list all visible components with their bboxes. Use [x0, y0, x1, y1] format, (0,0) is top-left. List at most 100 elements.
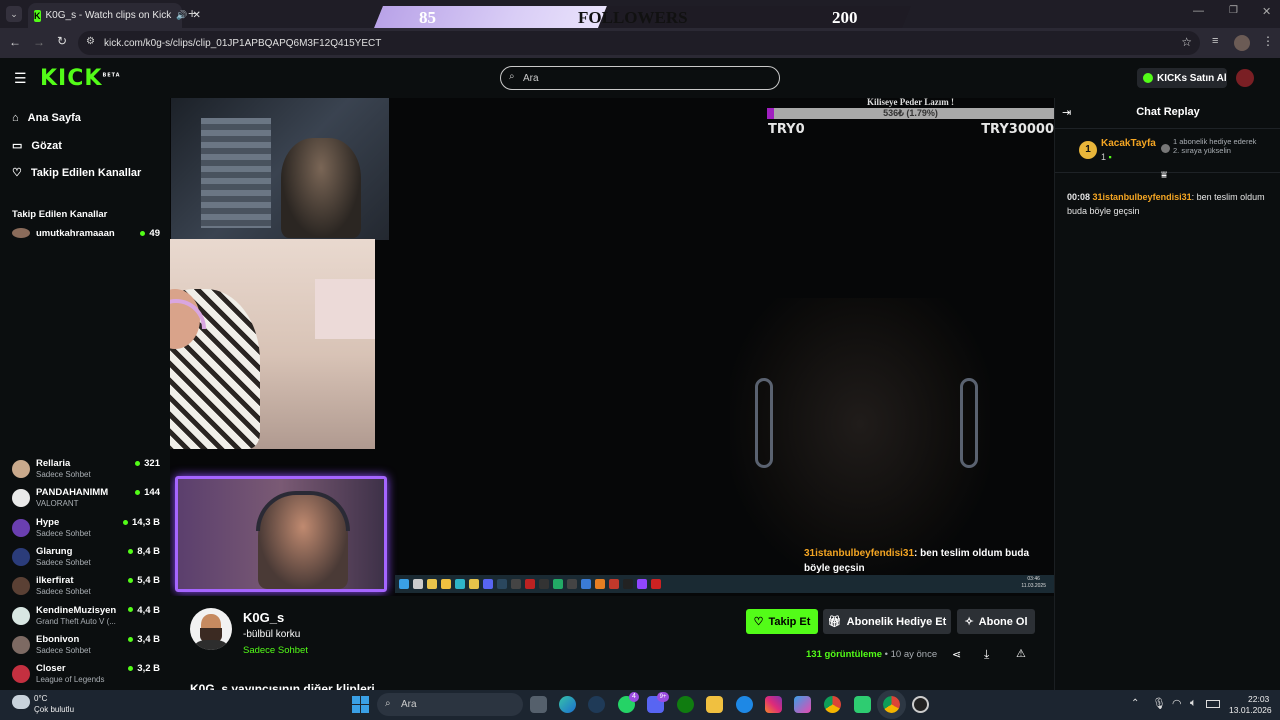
- copilot-icon[interactable]: [794, 696, 811, 713]
- gift-subscription-button[interactable]: 🎁︎ Abonelik Hediye Et: [823, 609, 951, 634]
- sidebar-channel[interactable]: Ebonivon Sadece Sohbet 3,4 B: [10, 632, 160, 658]
- audio-playing-icon[interactable]: 🔊: [176, 10, 187, 21]
- taskbar-search[interactable]: ⌕ Ara: [377, 693, 523, 716]
- app-icon: [609, 579, 619, 589]
- sidebar-item-label: Takip Edilen Kanallar: [30, 166, 142, 179]
- download-icon[interactable]: ⤓: [984, 647, 989, 662]
- sidebar-channel[interactable]: KendineMuzisyen Grand Theft Auto V (... 4,…: [10, 603, 160, 629]
- follow-button[interactable]: ♡ Takip Et: [746, 609, 818, 634]
- buy-kicks-button[interactable]: KICKs Satın Al: [1137, 68, 1227, 88]
- report-icon[interactable]: ⚠: [1016, 647, 1026, 660]
- browser-tab-active[interactable]: K K0G_s - Watch clips on Kick 🔊 ✕: [28, 3, 201, 28]
- wifi-icon[interactable]: ◠: [1172, 697, 1182, 710]
- sidebar-channel[interactable]: Closer League of Legends 3,2 B: [10, 661, 160, 687]
- back-icon[interactable]: ←: [9, 35, 21, 49]
- chat-message: 00:08 31istanbulbeyfendisi31: ben teslim…: [1067, 190, 1273, 218]
- weather-desc: Çok bulutlu: [34, 705, 75, 714]
- gifter-rank-badge: 1: [1079, 141, 1097, 159]
- app-green-icon[interactable]: [854, 696, 871, 713]
- xbox-icon[interactable]: [677, 696, 694, 713]
- volume-icon[interactable]: 🔈︎: [1190, 697, 1197, 710]
- restore-window-icon[interactable]: ❐: [1229, 5, 1238, 16]
- sidebar-item-browse[interactable]: ▭ Gözat: [12, 139, 62, 153]
- sidebar-item-following[interactable]: ♡ Takip Edilen Kanallar: [12, 166, 142, 180]
- tray-chevron-icon[interactable]: ⌃: [1131, 698, 1139, 709]
- clip-meta: 131 görüntüleme • 10 ay önce: [806, 649, 937, 660]
- chrome-active-icon[interactable]: [877, 690, 906, 719]
- cleaner-icon[interactable]: [736, 696, 753, 713]
- viewer-count: 14,3 B: [123, 517, 160, 528]
- folder-icon: [441, 579, 451, 589]
- avatar: [12, 577, 30, 596]
- sidebar-item-home[interactable]: ⌂ Ana Sayfa: [12, 112, 81, 124]
- donation-min: TRY0: [768, 122, 805, 137]
- bookmark-star-icon[interactable]: ☆: [1181, 35, 1192, 49]
- sidebar-channel[interactable]: Glarung Sadece Sohbet 8,4 B: [10, 544, 160, 570]
- chat-title: Chat Replay: [1136, 106, 1200, 118]
- inner-clock-date: 11.03.2025: [1021, 583, 1046, 589]
- reload-icon[interactable]: ↻: [57, 34, 67, 48]
- weather-icon[interactable]: [12, 695, 30, 709]
- app-icon: [623, 579, 633, 589]
- sidebar-channel[interactable]: Rellaria Sadece Sohbet 321: [10, 456, 160, 482]
- obs-icon[interactable]: [912, 696, 929, 713]
- pinned-toggle-icon[interactable]: ⩸: [1161, 170, 1167, 181]
- kick-favicon-icon: K: [34, 9, 41, 22]
- gift-label: Abonelik Hediye Et: [846, 615, 947, 628]
- taskbar-search-label: Ara: [401, 699, 417, 710]
- game-stairs: [201, 118, 271, 228]
- minimize-window-icon[interactable]: —: [1193, 5, 1204, 17]
- clip-age: 10 ay önce: [890, 649, 938, 660]
- channel-category: Sadece Sohbet: [36, 557, 91, 567]
- webcam-overlay-guest: [170, 239, 375, 449]
- subscribe-button[interactable]: ✧ Abone Ol: [957, 609, 1035, 634]
- edge-icon: [455, 579, 465, 589]
- profile-avatar[interactable]: [1234, 35, 1250, 51]
- home-icon: ⌂: [12, 112, 19, 124]
- reading-list-icon[interactable]: ≡: [1212, 35, 1218, 47]
- stream-inner-taskbar: 03:46 11.03.2025: [395, 575, 1054, 593]
- sidebar-channel[interactable]: Hype Sadece Sohbet 14,3 B: [10, 515, 160, 541]
- task-view-icon[interactable]: [530, 696, 547, 713]
- instagram-icon[interactable]: [765, 696, 782, 713]
- kick-logo[interactable]: KICKBETA: [40, 66, 121, 91]
- channel-avatar[interactable]: [190, 608, 232, 650]
- browser-menu-icon[interactable]: ⋮: [1262, 34, 1274, 48]
- message-user[interactable]: 31istanbulbeyfendisi31: [1093, 192, 1192, 202]
- address-bar[interactable]: ⚙ kick.com/k0g-s/clips/clip_01JP1APBQAPQ…: [78, 31, 1200, 55]
- viewer-count: 4,4 B: [128, 605, 160, 616]
- logo-text: KICK: [40, 66, 103, 91]
- forward-icon[interactable]: →: [33, 35, 45, 49]
- viewer-count: 5,4 B: [128, 575, 160, 586]
- followers-target: 200: [832, 8, 858, 27]
- url-text: kick.com/k0g-s/clips/clip_01JP1APBQAPQ6M…: [104, 37, 382, 49]
- sidebar-channel[interactable]: PANDAHANIMM VALORANT 144: [10, 485, 160, 511]
- channel-name[interactable]: K0G_s: [243, 610, 284, 625]
- clip-category[interactable]: Sadece Sohbet: [243, 645, 308, 656]
- avatar-body: [195, 640, 227, 650]
- search-input[interactable]: ⌕ Ara: [500, 66, 780, 90]
- user-avatar[interactable]: [1236, 69, 1254, 87]
- hamburger-menu-icon[interactable]: ☰: [14, 70, 27, 87]
- wall-sign: [315, 279, 375, 339]
- share-icon[interactable]: ⋖: [952, 648, 961, 661]
- gifter-name[interactable]: KacakTayfa: [1101, 138, 1156, 149]
- windows-start-icon[interactable]: [352, 696, 369, 713]
- close-window-icon[interactable]: ✕: [1262, 5, 1271, 18]
- site-info-icon[interactable]: ⚙: [86, 36, 95, 47]
- tab-list-chevron-icon[interactable]: ⌄: [6, 6, 22, 22]
- clip-video-player[interactable]: Kiliseye Peder Lazım ! 536₺ (1.79%) TRY0…: [170, 98, 1054, 596]
- sidebar-channel[interactable]: ilkerfirat Sadece Sohbet 5,4 B: [10, 573, 160, 599]
- microphone-icon[interactable]: 🎙︎: [1152, 697, 1166, 710]
- steam-icon[interactable]: [588, 696, 605, 713]
- gifter-note: 1 abonelik hediye ederek 2. sıraya yükse…: [1173, 137, 1257, 155]
- file-explorer-icon[interactable]: [706, 696, 723, 713]
- channel-name: Closer: [36, 663, 66, 675]
- viewer-count: 3,4 B: [128, 634, 160, 645]
- chrome-icon: [469, 579, 479, 589]
- new-tab-icon[interactable]: +: [188, 5, 196, 21]
- edge-icon[interactable]: [559, 696, 576, 713]
- chrome-icon[interactable]: [824, 696, 841, 713]
- battery-icon[interactable]: [1206, 700, 1220, 708]
- sidebar-channel-umutkahramaaan[interactable]: umutkahramaaan 49: [10, 226, 160, 240]
